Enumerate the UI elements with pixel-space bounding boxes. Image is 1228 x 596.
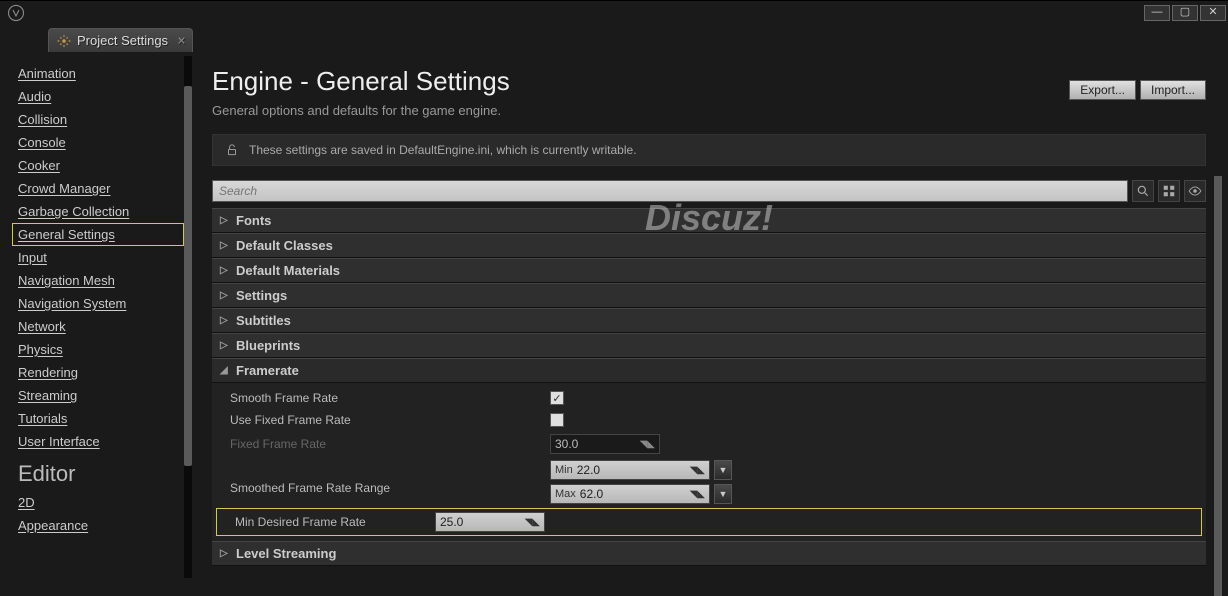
category-label: Default Materials [236,263,340,278]
prop-label: Min Desired Frame Rate [235,515,435,529]
maximize-button[interactable]: ▢ [1172,5,1198,21]
sidebar-item-animation[interactable]: Animation [18,62,184,85]
export-button[interactable]: Export... [1069,80,1136,100]
chevron-right-icon: ▷ [220,548,230,559]
chevron-right-icon: ▷ [220,215,230,226]
category-label: Framerate [236,363,299,378]
sidebar-item-input[interactable]: Input [18,246,184,269]
category-subtitles[interactable]: ▷ Subtitles [212,308,1206,333]
category-level-streaming[interactable]: ▷ Level Streaming [212,541,1206,566]
tab-label: Project Settings [77,33,168,48]
fixed-frame-rate-field[interactable]: 30.0 ◥◣ [550,434,660,454]
close-tab-icon[interactable]: ✕ [177,34,186,47]
window-titlebar: — ▢ ✕ [0,0,1228,24]
close-window-button[interactable]: ✕ [1200,5,1226,21]
sidebar-item-audio[interactable]: Audio [18,85,184,108]
range-max-field[interactable]: Max 62.0 ◥◣ [550,484,710,504]
sidebar-item-rendering[interactable]: Rendering [18,361,184,384]
sidebar-item-user-interface[interactable]: User Interface [18,430,184,453]
chevron-down-icon: ◢ [220,365,230,376]
main-scrollbar-thumb[interactable] [1214,176,1222,596]
smooth-frame-rate-checkbox[interactable]: ✓ [550,391,564,405]
settings-sidebar: Animation Audio Collision Console Cooker… [4,56,194,578]
category-label: Fonts [236,213,271,228]
category-framerate[interactable]: ◢ Framerate [212,358,1206,383]
category-fonts[interactable]: ▷ Fonts [212,208,1206,233]
field-value: 25.0 [440,515,525,529]
spinner-icon[interactable]: ◥◣ [690,489,705,500]
spinner-icon[interactable]: ◥◣ [640,439,655,450]
sidebar-item-garbage-collection[interactable]: Garbage Collection [18,200,184,223]
page-subtitle: General options and defaults for the gam… [212,103,510,118]
spinner-icon[interactable]: ◥◣ [525,517,540,528]
sidebar-scrollbar-thumb[interactable] [184,86,192,466]
writable-notice: These settings are saved in DefaultEngin… [212,134,1206,166]
chevron-right-icon: ▷ [220,265,230,276]
sidebar-item-network[interactable]: Network [18,315,184,338]
chevron-right-icon: ▷ [220,290,230,301]
category-default-classes[interactable]: ▷ Default Classes [212,233,1206,258]
sidebar-item-physics[interactable]: Physics [18,338,184,361]
sidebar-item-console[interactable]: Console [18,131,184,154]
sidebar-item-navigation-system[interactable]: Navigation System [18,292,184,315]
unlock-icon [225,143,239,157]
category-default-materials[interactable]: ▷ Default Materials [212,258,1206,283]
category-label: Settings [236,288,287,303]
prop-label: Fixed Frame Rate [230,437,550,451]
sidebar-item-collision[interactable]: Collision [18,108,184,131]
chevron-right-icon: ▷ [220,340,230,351]
tab-bar: Project Settings ✕ [0,24,1228,52]
field-value: 22.0 [577,463,690,477]
min-desired-frame-rate-field[interactable]: 25.0 ◥◣ [435,512,545,532]
unreal-logo-icon [6,3,26,23]
gear-icon [57,34,71,48]
category-label: Subtitles [236,313,291,328]
minimize-button[interactable]: — [1144,5,1170,21]
field-prefix: Min [555,464,573,476]
notice-text: These settings are saved in DefaultEngin… [249,143,637,157]
category-label: Level Streaming [236,546,336,561]
sidebar-item-general-settings[interactable]: General Settings [12,223,184,246]
prop-smooth-frame-rate: Smooth Frame Rate ✓ [212,387,1206,409]
sidebar-item-streaming[interactable]: Streaming [18,384,184,407]
sidebar-item-crowd-manager[interactable]: Crowd Manager [18,177,184,200]
prop-smoothed-range-min: Smoothed Frame Rate Range Min 22.0 ◥◣ ▼ [212,457,1206,507]
field-value: 30.0 [555,437,640,451]
sidebar-heading-editor: Editor [18,453,184,491]
prop-label: Smooth Frame Rate [230,391,550,405]
tab-project-settings[interactable]: Project Settings ✕ [48,28,193,52]
sidebar-item-appearance[interactable]: Appearance [18,514,184,537]
import-button[interactable]: Import... [1140,80,1206,100]
range-min-dropdown[interactable]: ▼ [714,460,732,480]
prop-use-fixed-frame-rate: Use Fixed Frame Rate [212,409,1206,431]
search-icon[interactable] [1132,180,1154,202]
range-max-dropdown[interactable]: ▼ [714,484,732,504]
field-prefix: Max [555,488,576,500]
category-label: Default Classes [236,238,333,253]
grid-view-icon[interactable] [1158,180,1180,202]
prop-fixed-frame-rate: Fixed Frame Rate 30.0 ◥◣ [212,431,1206,457]
use-fixed-frame-rate-checkbox[interactable] [550,413,564,427]
main-panel: Discuz! Engine - General Settings Genera… [194,56,1224,578]
visibility-eye-icon[interactable] [1184,180,1206,202]
page-title: Engine - General Settings [212,66,510,97]
chevron-right-icon: ▷ [220,240,230,251]
category-blueprints[interactable]: ▷ Blueprints [212,333,1206,358]
sidebar-item-cooker[interactable]: Cooker [18,154,184,177]
prop-label: Use Fixed Frame Rate [230,413,550,427]
prop-min-desired-frame-rate: Min Desired Frame Rate 25.0 ◥◣ [216,508,1202,536]
spinner-icon[interactable]: ◥◣ [690,465,705,476]
category-settings[interactable]: ▷ Settings [212,283,1206,308]
chevron-right-icon: ▷ [220,315,230,326]
search-input[interactable] [212,180,1128,202]
sidebar-item-navigation-mesh[interactable]: Navigation Mesh [18,269,184,292]
category-label: Blueprints [236,338,300,353]
range-min-field[interactable]: Min 22.0 ◥◣ [550,460,710,480]
prop-label: Smoothed Frame Rate Range [230,469,550,495]
sidebar-item-2d[interactable]: 2D [18,491,184,514]
sidebar-item-tutorials[interactable]: Tutorials [18,407,184,430]
field-value: 62.0 [580,487,690,501]
